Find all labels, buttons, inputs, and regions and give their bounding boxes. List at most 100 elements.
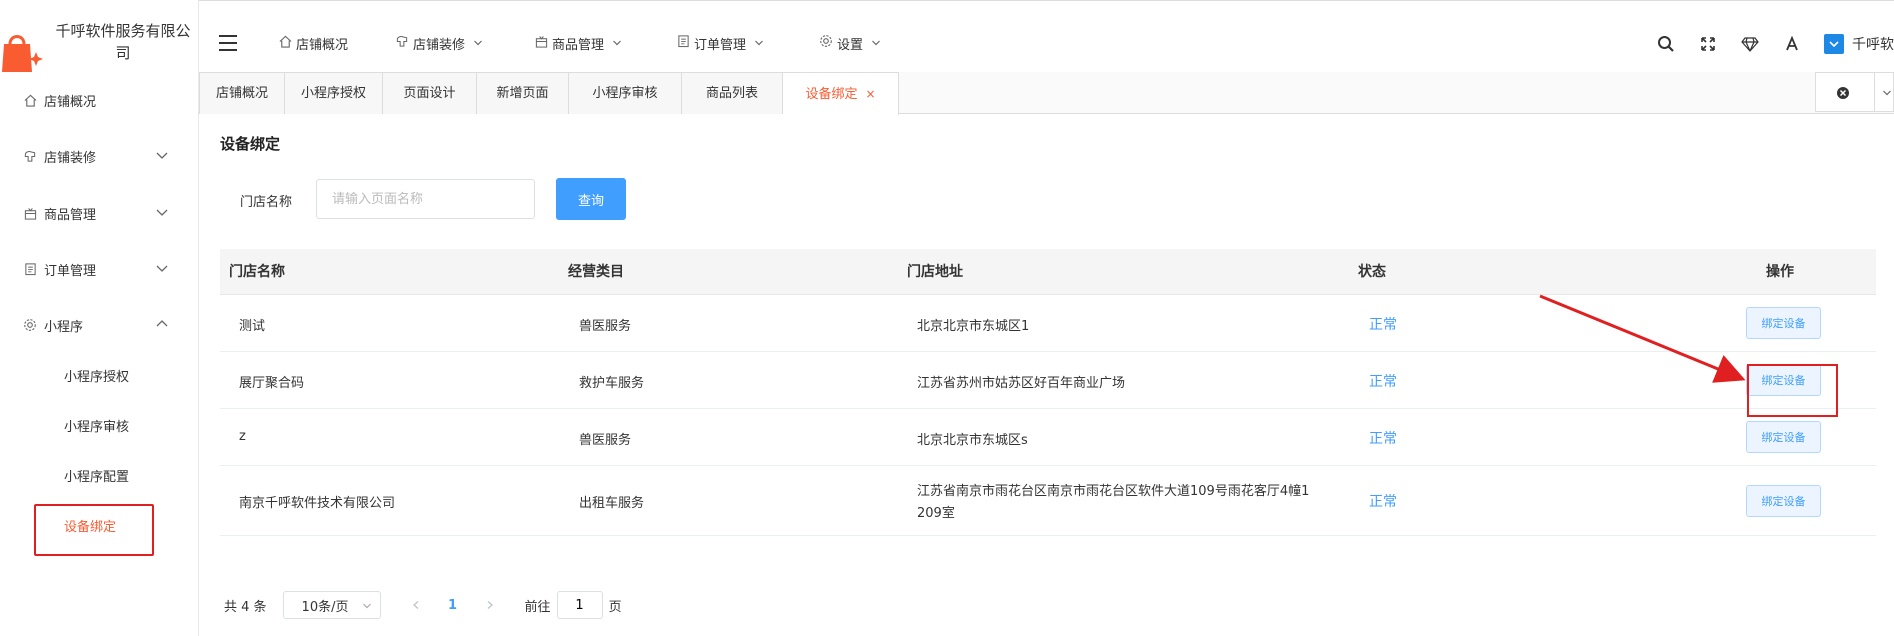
- avatar[interactable]: [1824, 34, 1844, 54]
- user-name[interactable]: 千呼软: [1852, 34, 1894, 54]
- topnav-store-decoration[interactable]: 店铺装修: [395, 31, 483, 55]
- topnav-label: 商品管理: [552, 37, 605, 53]
- cell-category: 救护车服务: [579, 376, 645, 391]
- cell-status: 正常: [1369, 431, 1397, 447]
- chevron-down-icon: [613, 40, 621, 46]
- header-action: 操作: [1766, 264, 1794, 280]
- header-store-name: 门店名称: [229, 264, 285, 280]
- top-icon-bar: 千呼软: [1656, 31, 1894, 57]
- chevron-down-icon: [872, 40, 880, 46]
- close-icon[interactable]: ×: [865, 87, 875, 101]
- next-page-button[interactable]: [475, 591, 505, 619]
- store-name-input[interactable]: [316, 179, 535, 219]
- topnav-label: 店铺概况: [296, 37, 349, 53]
- bind-device-button[interactable]: 绑定设备: [1746, 485, 1821, 517]
- cell-store-name: z: [239, 429, 246, 444]
- topnav-label: 店铺装修: [413, 37, 466, 53]
- sidebar-item-label: 店铺概况: [44, 94, 97, 110]
- cell-store-name: 测试: [239, 319, 266, 334]
- sidebar-subitem-mini-program-review[interactable]: 小程序审核: [64, 413, 129, 443]
- goto-label: 前往: [524, 599, 551, 615]
- chevron-down-icon: [474, 40, 482, 46]
- header-status: 状态: [1358, 264, 1386, 280]
- query-button[interactable]: 查询: [556, 178, 626, 220]
- tab-mini-program-auth[interactable]: 小程序授权: [285, 72, 383, 114]
- topnav-settings[interactable]: 设置: [819, 31, 881, 55]
- tab-product-list[interactable]: 商品列表: [682, 72, 783, 114]
- address-line: 209室: [917, 506, 955, 521]
- topnav-label: 订单管理: [694, 37, 747, 53]
- cell-address: 江苏省南京市雨花台区南京市雨花台区软件大道109号雨花客厅4幢1 209室: [917, 481, 1309, 525]
- goto-page-input[interactable]: [556, 591, 603, 619]
- company-name: 千呼软件服务有限公司: [55, 22, 191, 62]
- sidebar-subitem-mini-program-auth[interactable]: 小程序授权: [64, 363, 129, 393]
- search-icon[interactable]: [1656, 34, 1676, 54]
- chevron-up-icon: [156, 320, 168, 327]
- address-line: 江苏省南京市雨花台区南京市雨花台区软件大道109号雨花客厅4幢1: [917, 484, 1310, 499]
- cell-address: 北京北京市东城区1: [917, 319, 1030, 334]
- tab-page-design[interactable]: 页面设计: [383, 72, 477, 114]
- sidebar-item-order-management[interactable]: 订单管理: [0, 249, 199, 289]
- cell-status: 正常: [1369, 317, 1397, 333]
- tab-bar: 店铺概况 小程序授权 页面设计 新增页面 小程序审核 商品列表 设备绑定 ×: [199, 72, 1894, 115]
- cell-category: 兽医服务: [579, 433, 632, 448]
- sidebar-item-store-decoration[interactable]: 店铺装修: [0, 136, 199, 176]
- cell-address: 江苏省苏州市姑苏区好百年商业广场: [917, 376, 1126, 391]
- gear-icon: [819, 34, 833, 52]
- chevron-down-icon: [156, 152, 168, 159]
- sidebar-item-label: 小程序: [44, 319, 84, 335]
- tab-device-binding[interactable]: 设备绑定 ×: [783, 72, 899, 115]
- stores-table: 门店名称 经营类目 门店地址 状态 操作 测试 兽医服务 北京北京市东城区1 正…: [220, 249, 1876, 536]
- sidebar-item-mini-program[interactable]: 小程序: [0, 305, 199, 345]
- tab-mini-program-review[interactable]: 小程序审核: [569, 72, 682, 114]
- sidebar-item-product-management[interactable]: 商品管理: [0, 193, 199, 233]
- sidebar: 千呼软件服务有限公司 店铺概况 店铺装修 商品管理 订单管理 小程序 小程序授权…: [0, 0, 199, 636]
- tab-add-page[interactable]: 新增页面: [477, 72, 569, 114]
- fullscreen-icon[interactable]: [1698, 34, 1718, 54]
- app-root: 千呼软件服务有限公司 店铺概况 店铺装修 商品管理 订单管理 小程序 小程序授权…: [0, 0, 1894, 636]
- cell-store-name: 展厅聚合码: [239, 376, 305, 391]
- page-size-value: 10条/页: [301, 599, 349, 615]
- gear-icon: [22, 317, 38, 333]
- clipboard-icon: [22, 261, 38, 277]
- page-size-select[interactable]: 10条/页: [282, 591, 381, 619]
- topnav-order-management[interactable]: 订单管理: [677, 31, 764, 55]
- bind-device-button[interactable]: 绑定设备: [1746, 307, 1821, 339]
- diamond-icon[interactable]: [1740, 34, 1760, 54]
- page-number[interactable]: 1: [443, 598, 463, 613]
- table-row: 展厅聚合码 救护车服务 江苏省苏州市姑苏区好百年商业广场 正常 绑定设备: [220, 352, 1876, 409]
- page-title: 设备绑定: [220, 135, 281, 153]
- topnav-product-management[interactable]: 商品管理: [535, 31, 622, 55]
- home-icon: [279, 35, 292, 52]
- chevron-down-icon: [156, 265, 168, 272]
- shopping-bag-logo-icon: [2, 35, 43, 72]
- total-count: 共 4 条: [224, 599, 267, 615]
- gift-icon: [535, 35, 548, 52]
- annotation-highlight-box: [34, 504, 154, 556]
- annotation-highlight-box: [1747, 364, 1838, 417]
- chevron-down-icon: [156, 209, 168, 216]
- sidebar-subitem-mini-program-config[interactable]: 小程序配置: [64, 463, 129, 493]
- prev-page-button[interactable]: [401, 591, 431, 619]
- bind-device-button[interactable]: 绑定设备: [1746, 421, 1821, 453]
- store-name-label: 门店名称: [240, 195, 293, 210]
- tab-controls: [1815, 72, 1894, 112]
- table-row: 南京千呼软件技术有限公司 出租车服务 江苏省南京市雨花台区南京市雨花台区软件大道…: [220, 466, 1876, 536]
- close-all-tabs-icon[interactable]: [1836, 86, 1850, 100]
- topnav-store-overview[interactable]: 店铺概况: [279, 31, 348, 55]
- tab-label: 设备绑定: [805, 87, 858, 102]
- menu-toggle-icon[interactable]: [219, 35, 237, 51]
- font-icon[interactable]: [1782, 34, 1802, 54]
- cell-category: 兽医服务: [579, 319, 632, 334]
- chevron-down-icon: [362, 603, 371, 609]
- sidebar-item-label: 店铺装修: [44, 150, 97, 166]
- sidebar-item-store-overview[interactable]: 店铺概况: [0, 80, 199, 120]
- home-icon: [22, 92, 38, 108]
- paint-icon: [395, 35, 409, 52]
- cell-store-name: 南京千呼软件技术有限公司: [239, 496, 396, 511]
- header-category: 经营类目: [568, 264, 624, 280]
- chevron-right-icon: [487, 601, 493, 609]
- tab-store-overview[interactable]: 店铺概况: [199, 72, 285, 114]
- cell-status: 正常: [1369, 374, 1397, 390]
- chevron-down-icon[interactable]: [1882, 88, 1892, 98]
